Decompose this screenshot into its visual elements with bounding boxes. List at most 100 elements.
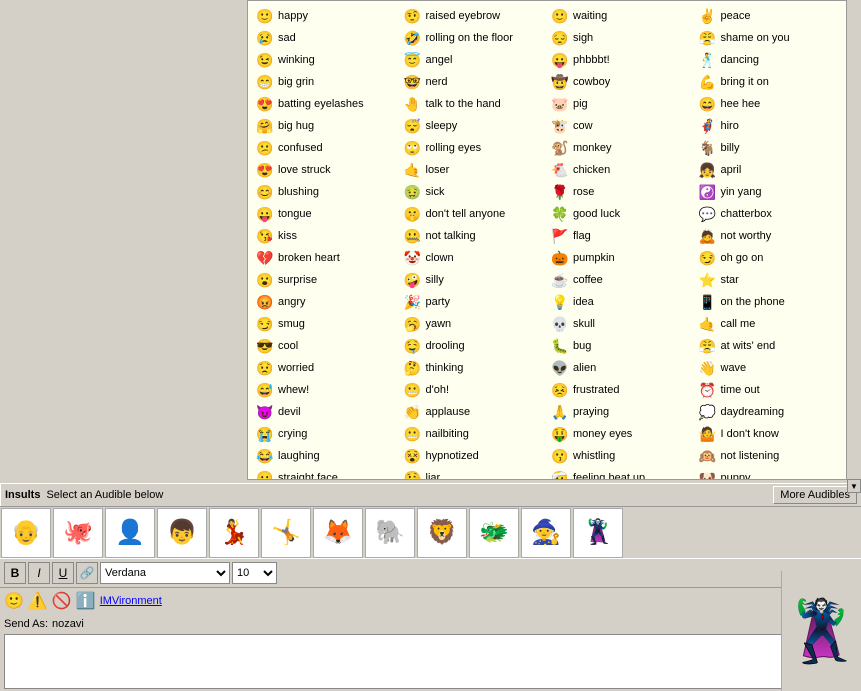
emoji-item[interactable]: 😗whistling — [547, 445, 695, 467]
emoji-item[interactable]: ⏰time out — [695, 379, 843, 401]
smiley-icon[interactable]: 🙂 — [4, 591, 24, 611]
emoji-item[interactable]: 🍀good luck — [547, 203, 695, 225]
emoji-item[interactable]: 😍love struck — [252, 159, 400, 181]
emoji-item[interactable]: 😡angry — [252, 291, 400, 313]
emoji-item[interactable]: 👏applause — [400, 401, 548, 423]
emoji-item[interactable]: ☯️yin yang — [695, 181, 843, 203]
emoji-item[interactable]: 🐒monkey — [547, 137, 695, 159]
emoji-item[interactable]: 🤢sick — [400, 181, 548, 203]
emoji-item[interactable]: ☕coffee — [547, 269, 695, 291]
emoji-item[interactable]: 🤣rolling on the floor — [400, 27, 548, 49]
emoji-item[interactable]: 👋wave — [695, 357, 843, 379]
emoji-item[interactable]: 🤠cowboy — [547, 71, 695, 93]
emoji-item[interactable]: 🤪silly — [400, 269, 548, 291]
emoji-item[interactable]: 💭daydreaming — [695, 401, 843, 423]
emoji-item[interactable]: 😛phbbbt! — [547, 49, 695, 71]
audible-item[interactable]: 🐲 — [469, 508, 519, 558]
emoji-item[interactable]: 🙂happy — [252, 5, 400, 27]
audible-item[interactable]: 🐘 — [365, 508, 415, 558]
emoji-item[interactable]: 🚩flag — [547, 225, 695, 247]
audible-item[interactable]: 👴 — [1, 508, 51, 558]
emoji-item[interactable]: 😄hee hee — [695, 93, 843, 115]
emoji-item[interactable]: 😇angel — [400, 49, 548, 71]
audible-item[interactable]: 🦊 — [313, 508, 363, 558]
emoji-item[interactable]: 😭crying — [252, 423, 400, 445]
emoji-item[interactable]: ✌️peace — [695, 5, 843, 27]
emoji-item[interactable]: 😤shame on you — [695, 27, 843, 49]
emoji-item[interactable]: 🕺dancing — [695, 49, 843, 71]
emoji-item[interactable]: 🎉party — [400, 291, 548, 313]
emoji-item[interactable]: 👧april — [695, 159, 843, 181]
emoji-item[interactable]: 🎃pumpkin — [547, 247, 695, 269]
emoji-item[interactable]: 🤚talk to the hand — [400, 93, 548, 115]
emoji-item[interactable]: 🐐billy — [695, 137, 843, 159]
audible-item[interactable]: 🧙 — [521, 508, 571, 558]
emoji-item[interactable]: 😏oh go on — [695, 247, 843, 269]
emoji-item[interactable]: 🐷pig — [547, 93, 695, 115]
emoji-item[interactable]: 🤗big hug — [252, 115, 400, 137]
emoji-item[interactable]: 😊blushing — [252, 181, 400, 203]
emoji-item[interactable]: 💀skull — [547, 313, 695, 335]
message-input[interactable] — [4, 634, 798, 689]
emoji-item[interactable]: 🤓nerd — [400, 71, 548, 93]
emoji-item[interactable]: 🙂waiting — [547, 5, 695, 27]
emoji-item[interactable]: 😟worried — [252, 357, 400, 379]
emoji-item[interactable]: 🤥liar — [400, 467, 548, 480]
emoji-item[interactable]: 🌹rose — [547, 181, 695, 203]
hyperlink-button[interactable]: 🔗 — [76, 562, 98, 584]
emoji-item[interactable]: 🐛bug — [547, 335, 695, 357]
emoji-item[interactable]: ⭐star — [695, 269, 843, 291]
emoji-item[interactable]: 🥱yawn — [400, 313, 548, 335]
font-select[interactable]: Verdana Arial Times New Roman Courier Ne… — [100, 562, 230, 584]
emoji-item[interactable]: 😁big grin — [252, 71, 400, 93]
emoji-item[interactable]: 🐶puppy — [695, 467, 843, 480]
emoji-item[interactable]: 🤐not talking — [400, 225, 548, 247]
emoji-item[interactable]: 😣frustrated — [547, 379, 695, 401]
emoji-item[interactable]: 😬d'oh! — [400, 379, 548, 401]
audible-item[interactable]: 🤸 — [261, 508, 311, 558]
warn-icon[interactable]: ⚠️ — [28, 591, 48, 611]
emoji-item[interactable]: 🤙call me — [695, 313, 843, 335]
emoji-item[interactable]: 🙏praying — [547, 401, 695, 423]
emoji-item[interactable]: 😛tongue — [252, 203, 400, 225]
emoji-item[interactable]: 🤡clown — [400, 247, 548, 269]
imvironment-link[interactable]: IMVironment — [100, 595, 162, 607]
emoji-item[interactable]: 😏smug — [252, 313, 400, 335]
emoji-item[interactable]: 🤤drooling — [400, 335, 548, 357]
emoji-item[interactable]: 💪bring it on — [695, 71, 843, 93]
emoji-item[interactable]: 👽alien — [547, 357, 695, 379]
emoji-item[interactable]: 😉winking — [252, 49, 400, 71]
emoji-item[interactable]: 😎cool — [252, 335, 400, 357]
emoji-item[interactable]: 🐔chicken — [547, 159, 695, 181]
emoji-item[interactable]: 🐮cow — [547, 115, 695, 137]
emoji-item[interactable]: 🤙loser — [400, 159, 548, 181]
emoji-item[interactable]: 🦸hiro — [695, 115, 843, 137]
emoji-item[interactable]: 🤨raised eyebrow — [400, 5, 548, 27]
emoji-item[interactable]: 😈devil — [252, 401, 400, 423]
size-select[interactable]: 10 8 12 14 16 18 20 24 — [232, 562, 277, 584]
emoji-item[interactable]: 😬nailbiting — [400, 423, 548, 445]
bold-button[interactable]: B — [4, 562, 26, 584]
emoji-item[interactable]: 📱on the phone — [695, 291, 843, 313]
more-audibles-button[interactable]: More Audibles — [773, 486, 857, 504]
emoji-item[interactable]: 🤕feeling beat up — [547, 467, 695, 480]
emoji-item[interactable]: 😐straight face — [252, 467, 400, 480]
emoji-item[interactable]: 🤔thinking — [400, 357, 548, 379]
audible-item[interactable]: 🦹 — [573, 508, 623, 558]
info-icon[interactable]: ℹ️ — [76, 591, 96, 611]
emoji-item[interactable]: 😂laughing — [252, 445, 400, 467]
audible-item[interactable]: 💃 — [209, 508, 259, 558]
emoji-item[interactable]: 🤑money eyes — [547, 423, 695, 445]
scroll-down-arrow[interactable]: ▼ — [847, 479, 861, 493]
emoji-item[interactable]: 😵hypnotized — [400, 445, 548, 467]
emoji-item[interactable]: 💬chatterbox — [695, 203, 843, 225]
underline-button[interactable]: U — [52, 562, 74, 584]
block-icon[interactable]: 🚫 — [52, 591, 72, 611]
audible-item[interactable]: 👤 — [105, 508, 155, 558]
emoji-item[interactable]: 🙄rolling eyes — [400, 137, 548, 159]
emoji-item[interactable]: 💡idea — [547, 291, 695, 313]
emoji-item[interactable]: 😤at wits' end — [695, 335, 843, 357]
emoji-item[interactable]: 😴sleepy — [400, 115, 548, 137]
emoji-item[interactable]: 😘kiss — [252, 225, 400, 247]
italic-button[interactable]: I — [28, 562, 50, 584]
